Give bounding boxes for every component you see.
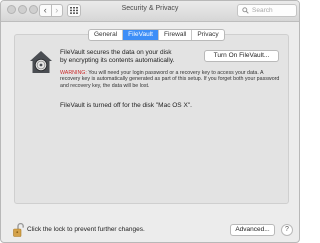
filevault-description: FileVault secures the data on your disk … (60, 49, 175, 64)
search-field[interactable]: Search (237, 4, 297, 17)
tab-firewall[interactable]: Firewall (157, 30, 191, 40)
warning-label: WARNING: (60, 70, 87, 76)
help-button[interactable]: ? (281, 224, 293, 236)
title-bar: ‹ › Security & Privacy Search (1, 1, 299, 22)
filevault-status: FileVault is turned off for the disk "Ma… (60, 102, 192, 109)
magnifier-icon (242, 7, 249, 14)
turn-on-filevault-button[interactable]: Turn On FileVault... (204, 50, 279, 62)
tab-privacy[interactable]: Privacy (191, 30, 223, 40)
tab-bar: General FileVault Firewall Privacy (88, 29, 225, 41)
filevault-house-icon (30, 51, 52, 73)
filevault-panel: FileVault secures the data on your disk … (14, 34, 289, 204)
search-placeholder: Search (252, 7, 273, 14)
tab-filevault[interactable]: FileVault (122, 30, 158, 40)
lock-message: Click the lock to prevent further change… (27, 226, 145, 233)
preferences-window: ‹ › Security & Privacy Search FileVault … (0, 0, 300, 243)
warning-text: You will need your login password or a r… (60, 70, 280, 89)
tab-general[interactable]: General (89, 30, 122, 40)
filevault-warning: WARNING: You will need your login passwo… (60, 70, 280, 89)
padlock-open-icon[interactable] (13, 223, 24, 237)
advanced-button[interactable]: Advanced... (230, 224, 275, 236)
